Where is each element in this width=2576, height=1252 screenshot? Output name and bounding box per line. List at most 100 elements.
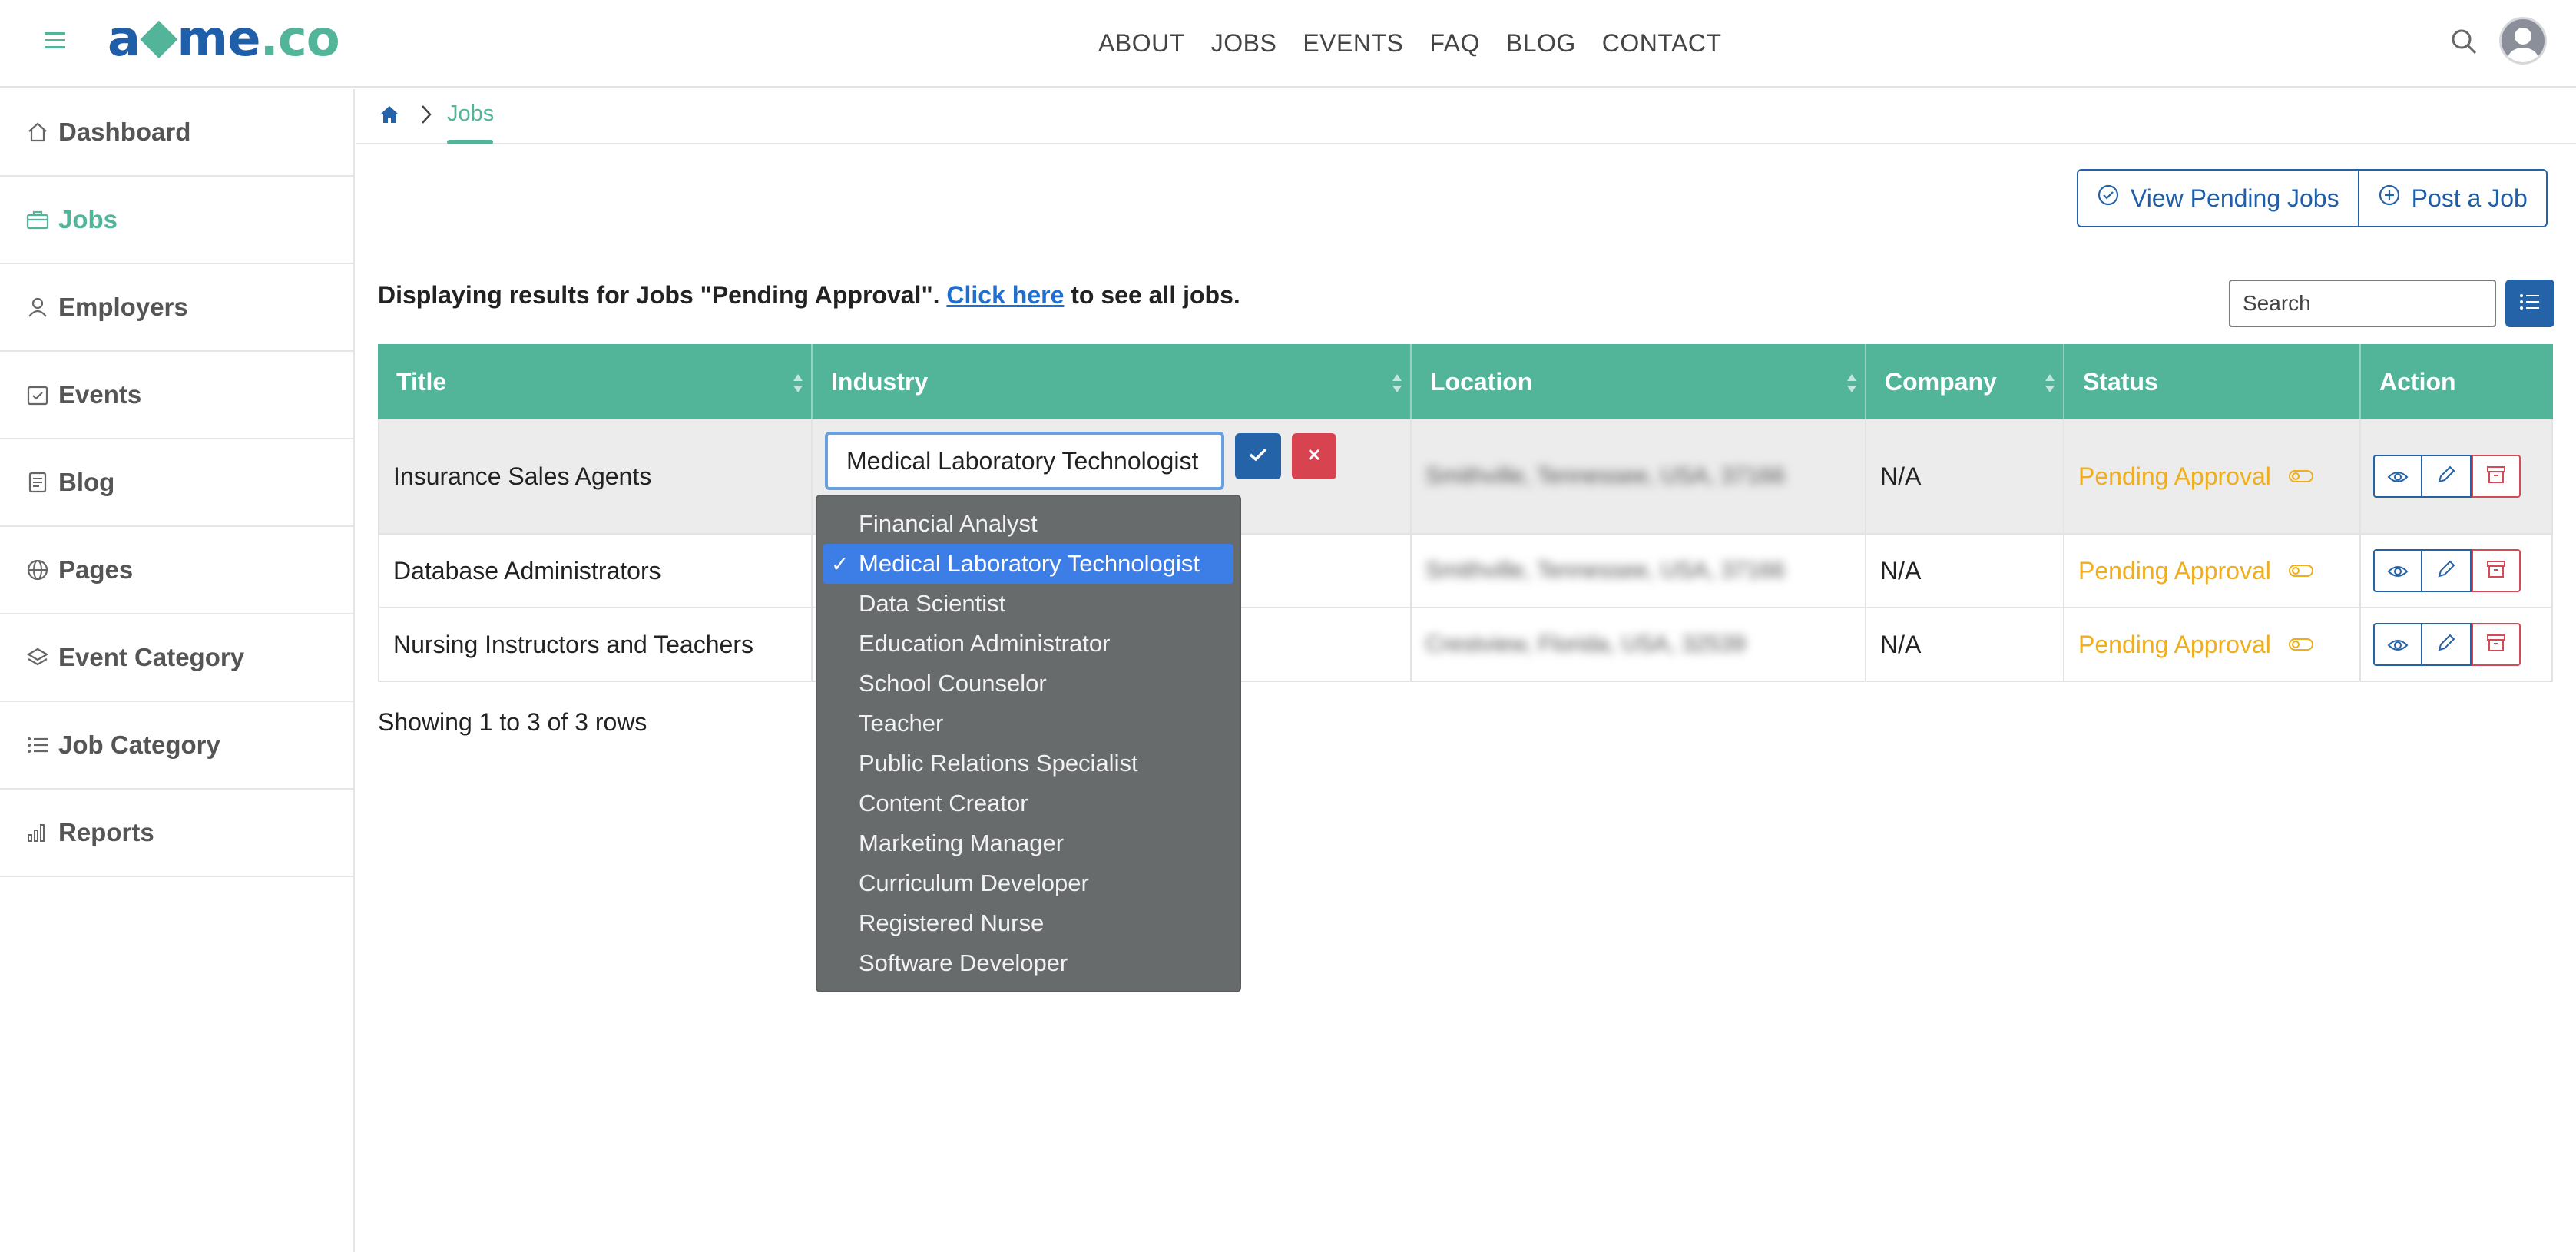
dropdown-option[interactable]: Registered Nurse bbox=[823, 903, 1233, 943]
see-all-jobs-link[interactable]: Click here bbox=[946, 281, 1064, 309]
dropdown-option[interactable]: Data Scientist bbox=[823, 584, 1233, 624]
option-label: Marketing Manager bbox=[859, 830, 1065, 856]
sidebar-item-jobs[interactable]: Jobs bbox=[0, 177, 353, 264]
logo-letters-me: me bbox=[177, 11, 260, 68]
user-avatar[interactable] bbox=[2499, 17, 2547, 65]
dropdown-option[interactable]: Curriculum Developer bbox=[823, 863, 1233, 903]
column-header-company[interactable]: Company bbox=[1866, 344, 2064, 419]
nav-faq[interactable]: FAQ bbox=[1429, 29, 1480, 58]
nav-about[interactable]: ABOUT bbox=[1098, 29, 1185, 58]
column-status-label: Status bbox=[2083, 367, 2158, 396]
sidebar-item-label: Events bbox=[58, 380, 142, 409]
archive-button[interactable] bbox=[2472, 549, 2521, 592]
nav-blog[interactable]: BLOG bbox=[1506, 29, 1576, 58]
view-button[interactable] bbox=[2373, 623, 2422, 666]
dropdown-option[interactable]: Marketing Manager bbox=[823, 823, 1233, 863]
industry-dropdown-list: Financial Analyst ✓ Medical Laboratory Te… bbox=[816, 495, 1241, 992]
cell-title: Database Administrators bbox=[378, 535, 813, 607]
archive-button[interactable] bbox=[2472, 455, 2521, 498]
toggle-icon[interactable] bbox=[2288, 557, 2314, 585]
dropdown-option[interactable]: Teacher bbox=[823, 704, 1233, 744]
location-text: Crestview, Florida, USA, 32539 bbox=[1425, 631, 1746, 657]
bar-chart-icon bbox=[25, 820, 51, 846]
sidebar-item-label: Dashboard bbox=[58, 118, 191, 146]
column-header-title[interactable]: Title bbox=[378, 344, 813, 419]
post-a-job-button[interactable]: Post a Job bbox=[2359, 169, 2548, 227]
cell-company: N/A bbox=[1866, 608, 2064, 681]
hamburger-menu-icon[interactable] bbox=[45, 32, 65, 51]
home-icon[interactable] bbox=[378, 103, 401, 126]
cell-status: Pending Approval bbox=[2064, 608, 2361, 681]
view-button[interactable] bbox=[2373, 549, 2422, 592]
sidebar-item-label: Reports bbox=[58, 818, 154, 846]
sidebar-item-job-category[interactable]: Job Category bbox=[0, 702, 353, 790]
sidebar-item-dashboard[interactable]: Dashboard bbox=[0, 89, 353, 177]
option-label: Data Scientist bbox=[859, 590, 1006, 617]
industry-select[interactable]: Medical Laboratory Technologist bbox=[825, 432, 1224, 490]
option-label: Public Relations Specialist bbox=[859, 750, 1138, 777]
table-row: Nursing Instructors and Teachers Crestvi… bbox=[378, 608, 2553, 682]
pencil-icon bbox=[2436, 631, 2456, 659]
layers-icon bbox=[25, 644, 51, 671]
archive-icon bbox=[2486, 557, 2506, 585]
sidebar-item-blog[interactable]: Blog bbox=[0, 439, 353, 527]
dropdown-option[interactable]: Financial Analyst bbox=[823, 504, 1233, 544]
cell-status: Pending Approval bbox=[2064, 419, 2361, 533]
option-label: Content Creator bbox=[859, 790, 1028, 816]
table-row: Insurance Sales Agents Smithville, Tenne… bbox=[378, 419, 2553, 535]
eye-icon bbox=[2387, 631, 2409, 659]
breadcrumb-current[interactable]: Jobs bbox=[447, 101, 494, 127]
nav-events[interactable]: EVENTS bbox=[1303, 29, 1403, 58]
dropdown-option[interactable]: Public Relations Specialist bbox=[823, 744, 1233, 783]
pagination-summary: Showing 1 to 3 of 3 rows bbox=[378, 708, 647, 736]
cell-status: Pending Approval bbox=[2064, 535, 2361, 607]
dropdown-option[interactable]: School Counselor bbox=[823, 664, 1233, 704]
check-icon bbox=[1248, 447, 1268, 466]
dropdown-option[interactable]: Education Administrator bbox=[823, 624, 1233, 664]
sidebar-item-label: Employers bbox=[58, 293, 188, 321]
sidebar-item-label: Blog bbox=[58, 468, 115, 496]
sidebar-item-event-category[interactable]: Event Category bbox=[0, 614, 353, 702]
toggle-view-button[interactable] bbox=[2505, 280, 2554, 327]
dropdown-option-selected[interactable]: ✓ Medical Laboratory Technologist bbox=[823, 544, 1233, 584]
nav-jobs[interactable]: JOBS bbox=[1211, 29, 1277, 58]
nav-contact[interactable]: CONTACT bbox=[1602, 29, 1722, 58]
cell-location: Smithville, Tennessee, USA, 37166 bbox=[1412, 535, 1866, 607]
archive-button[interactable] bbox=[2472, 623, 2521, 666]
column-company-label: Company bbox=[1885, 367, 1997, 396]
cell-company: N/A bbox=[1866, 535, 2064, 607]
view-pending-jobs-button[interactable]: View Pending Jobs bbox=[2077, 169, 2359, 227]
view-button[interactable] bbox=[2373, 455, 2422, 498]
edit-button[interactable] bbox=[2422, 623, 2472, 666]
post-a-job-label: Post a Job bbox=[2411, 184, 2528, 212]
pencil-icon bbox=[2436, 557, 2456, 585]
confirm-edit-button[interactable] bbox=[1235, 433, 1281, 479]
document-icon bbox=[25, 469, 51, 495]
column-header-industry[interactable]: Industry bbox=[813, 344, 1412, 419]
jobs-table: Title Industry Location Company Status A… bbox=[378, 344, 2553, 682]
sidebar-item-events[interactable]: Events bbox=[0, 352, 353, 439]
sort-icon bbox=[2045, 372, 2055, 393]
cell-location: Crestview, Florida, USA, 32539 bbox=[1412, 608, 1866, 681]
column-header-action: Action bbox=[2361, 344, 2553, 419]
cancel-edit-button[interactable] bbox=[1292, 433, 1336, 479]
column-header-location[interactable]: Location bbox=[1412, 344, 1866, 419]
toggle-icon[interactable] bbox=[2288, 462, 2314, 491]
edit-button[interactable] bbox=[2422, 549, 2472, 592]
dropdown-option[interactable]: Content Creator bbox=[823, 783, 1233, 823]
edit-button[interactable] bbox=[2422, 455, 2472, 498]
toggle-icon[interactable] bbox=[2288, 631, 2314, 659]
main-nav: ABOUT JOBS EVENTS FAQ BLOG CONTACT bbox=[1098, 29, 1722, 58]
option-label: Registered Nurse bbox=[859, 909, 1045, 936]
cell-company: N/A bbox=[1866, 419, 2064, 533]
sidebar-item-pages[interactable]: Pages bbox=[0, 527, 353, 614]
search-icon[interactable] bbox=[2450, 28, 2478, 55]
sidebar-item-reports[interactable]: Reports bbox=[0, 790, 353, 877]
sidebar-item-label: Jobs bbox=[58, 205, 118, 234]
sidebar-item-employers[interactable]: Employers bbox=[0, 264, 353, 352]
dropdown-option[interactable]: Software Developer bbox=[823, 943, 1233, 983]
search-input[interactable] bbox=[2229, 280, 2496, 327]
archive-icon bbox=[2486, 631, 2506, 659]
check-circle-icon bbox=[2097, 184, 2120, 213]
brand-logo[interactable]: a◆me.co bbox=[108, 8, 340, 68]
